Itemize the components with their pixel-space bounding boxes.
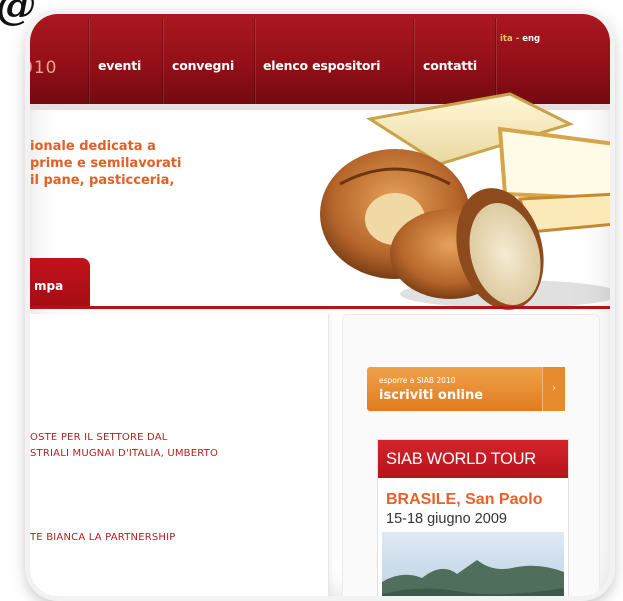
world-tour-dates: 15-18 giugno 2009: [386, 511, 507, 527]
intro-tagline: ionale dedicata a prime e semilavorati i…: [30, 138, 270, 189]
tab-stampa[interactable]: mpa: [30, 258, 90, 308]
world-tour-banner[interactable]: SIAB WORLD TOUR BRASILE, San Paolo 15-18…: [377, 439, 569, 596]
lang-eng-link[interactable]: eng: [522, 34, 540, 44]
nav-elenco-espositori[interactable]: elenco espositori: [263, 58, 380, 73]
chevron-right-icon: ›: [542, 367, 565, 411]
news-panel: OSTE PER IL SETTORE DAL STRIALI MUGNAI D…: [30, 314, 329, 596]
news-item-link[interactable]: OSTE PER IL SETTORE DAL: [30, 432, 168, 443]
nav-divider: [162, 18, 163, 104]
news-item-link[interactable]: TE BIANCA LA PARTNERSHIP: [30, 532, 176, 543]
bread-hero-image: [320, 92, 610, 310]
lang-separator: -: [515, 34, 520, 44]
nav-eventi[interactable]: eventi: [98, 58, 141, 73]
nav-contatti[interactable]: contatti: [423, 58, 477, 73]
nav-convegni[interactable]: convegni: [172, 58, 234, 73]
browser-viewport: 010 eventi convegni elenco espositori co…: [30, 14, 610, 596]
rio-landscape-image: [382, 532, 564, 596]
intro-line: prime e semilavorati: [30, 156, 182, 171]
iscriviti-subtitle: esporre a SIAB 2010: [379, 376, 456, 385]
nav-divider: [88, 18, 89, 104]
event-year-logo[interactable]: 010: [30, 58, 57, 78]
iscriviti-label: iscriviti online: [379, 388, 484, 403]
news-item-link[interactable]: STRIALI MUGNAI D'ITALIA, UMBERTO: [30, 448, 218, 459]
intro-line: ionale dedicata a: [30, 139, 156, 154]
world-tour-title: SIAB WORLD TOUR: [378, 440, 568, 478]
tab-label: mpa: [34, 279, 64, 293]
sidebar: esporre a SIAB 2010 iscriviti online › S…: [342, 314, 600, 596]
tab-underline: [30, 306, 610, 309]
language-switcher: ita - eng: [500, 34, 540, 44]
lang-ita-link[interactable]: ita: [500, 34, 513, 44]
iscriviti-online-button[interactable]: esporre a SIAB 2010 iscriviti online ›: [367, 367, 565, 411]
intro-line: il pane, pasticceria,: [30, 173, 175, 188]
world-tour-city: BRASILE, San Paolo: [386, 491, 543, 508]
nav-divider: [254, 18, 255, 104]
